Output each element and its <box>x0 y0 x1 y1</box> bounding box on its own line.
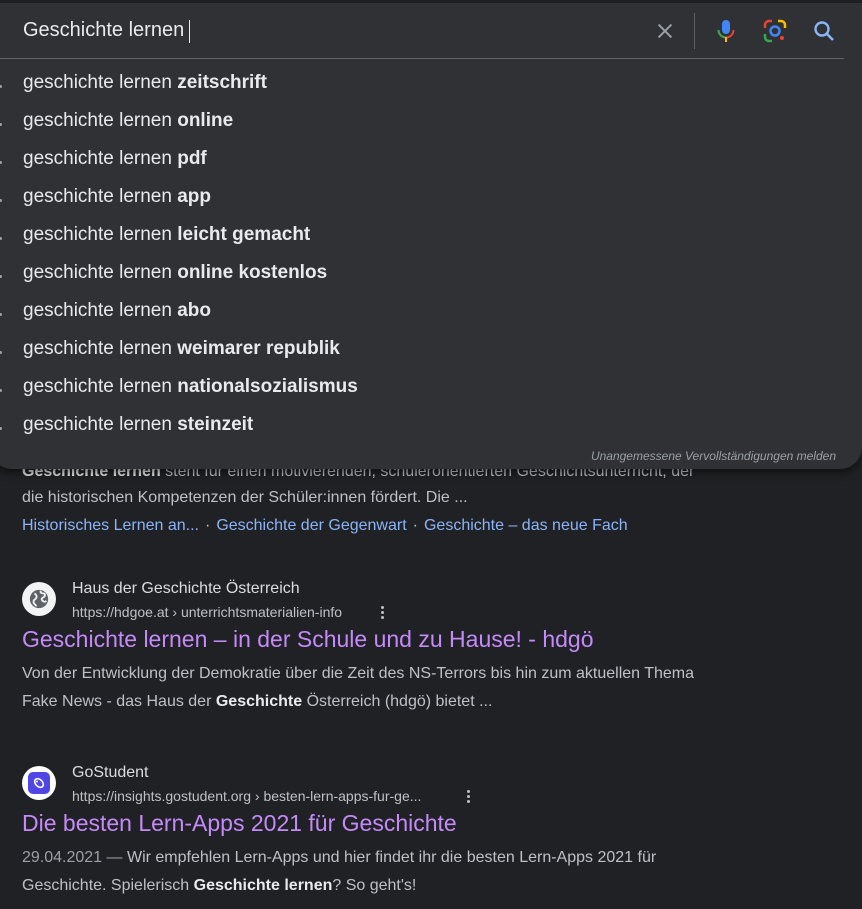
suggestion-bullet <box>0 123 2 126</box>
sitelink-historisches-lernen[interactable]: Historisches Lernen an... <box>22 517 199 534</box>
more-options-icon[interactable] <box>458 786 478 806</box>
suggestion-label: geschichte lernen weimarer republik <box>23 338 340 359</box>
site-name: Haus der Geschichte Österreich <box>72 580 300 597</box>
camera-lens-icon[interactable] <box>757 13 793 49</box>
autocomplete-dropdown: geschichte lernen zeitschrift geschichte … <box>0 3 862 469</box>
result-snippet: Von der Entwicklung der Demokratie über … <box>22 665 695 710</box>
suggestion-item[interactable]: geschichte lernen weimarer republik <box>0 329 862 367</box>
result-date: 29.04.2021 <box>22 849 103 866</box>
divider <box>0 58 844 59</box>
suggestion-bullet <box>0 85 2 88</box>
suggestion-item[interactable]: geschichte lernen abo <box>0 291 862 329</box>
suggestion-label: geschichte lernen abo <box>23 300 211 321</box>
more-options-icon[interactable] <box>372 602 392 622</box>
microphone-icon[interactable] <box>708 13 744 49</box>
suggestion-bullet <box>0 389 2 392</box>
suggestion-label: geschichte lernen nationalsozialismus <box>23 376 358 397</box>
suggestion-label: geschichte lernen leicht gemacht <box>23 224 311 245</box>
suggestion-item[interactable]: geschichte lernen nationalsozialismus <box>0 367 862 405</box>
suggestion-bullet <box>0 427 2 430</box>
gostudent-logo-icon <box>22 766 56 800</box>
sitelink-geschichte-der-gegenwart[interactable]: Geschichte der Gegenwart <box>216 517 406 534</box>
suggestion-bullet <box>0 275 2 278</box>
suggestion-item[interactable]: geschichte lernen pdf <box>0 139 862 177</box>
suggestion-item[interactable]: geschichte lernen leicht gemacht <box>0 215 862 253</box>
report-suggestions-link[interactable]: Unangemessene Vervollständigungen melden <box>591 449 836 463</box>
sitelink-separator: · <box>412 517 418 534</box>
suggestion-bullet <box>0 161 2 164</box>
result-title-link[interactable]: Geschichte lernen – in der Schule und zu… <box>22 624 594 654</box>
close-icon[interactable] <box>647 13 683 49</box>
suggestion-item[interactable]: geschichte lernen online kostenlos <box>0 253 862 291</box>
suggestion-item[interactable]: geschichte lernen zeitschrift <box>0 63 862 101</box>
text-caret <box>189 20 190 43</box>
suggestion-label: geschichte lernen steinzeit <box>23 414 254 435</box>
result-snippet: die historischen Kompetenzen der Schüler… <box>22 489 468 506</box>
suggestion-bullet <box>0 199 2 202</box>
site-url[interactable]: https://hdgoe.at › unterrichtsmaterialie… <box>72 602 342 622</box>
result-gostudent: GoStudent https://insights.gostudent.org… <box>22 762 782 909</box>
search-icon[interactable] <box>806 13 842 49</box>
result-snippet: 29.04.2021 — Wir empfehlen Lern-Apps und… <box>22 849 657 894</box>
suggestion-label: geschichte lernen online <box>23 110 234 131</box>
suggestion-bullet <box>0 237 2 240</box>
sitelinks: Historisches Lernen an... · Geschichte der… <box>22 514 628 538</box>
suggestion-item[interactable]: geschichte lernen app <box>0 177 862 215</box>
sitelink-geschichte-neues-fach[interactable]: Geschichte – das neue Fach <box>424 517 628 534</box>
suggestion-bullet <box>0 313 2 316</box>
globe-icon <box>22 582 56 616</box>
suggestion-list: geschichte lernen zeitschrift geschichte … <box>0 63 862 443</box>
suggestion-bullet <box>0 351 2 354</box>
suggestion-item[interactable]: geschichte lernen online <box>0 101 862 139</box>
site-name: GoStudent <box>72 764 149 781</box>
suggestion-label: geschichte lernen pdf <box>23 148 207 169</box>
suggestion-label: geschichte lernen online kostenlos <box>23 262 328 283</box>
suggestion-item[interactable]: geschichte lernen steinzeit <box>0 405 862 443</box>
search-input[interactable] <box>23 15 623 45</box>
site-url[interactable]: https://insights.gostudent.org › besten-… <box>72 786 421 806</box>
divider <box>694 13 695 49</box>
suggestion-label: geschichte lernen zeitschrift <box>23 72 267 93</box>
search-bar <box>0 3 862 59</box>
result-hdgoe: Haus der Geschichte Österreich https://h… <box>22 578 782 728</box>
result-title-link[interactable]: Die besten Lern-Apps 2021 für Geschichte <box>22 808 457 838</box>
sitelink-separator: · <box>204 517 211 534</box>
suggestion-label: geschichte lernen app <box>23 186 211 207</box>
